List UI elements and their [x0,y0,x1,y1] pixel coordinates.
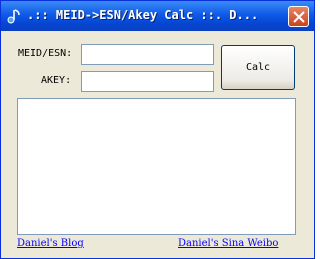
weibo-link[interactable]: Daniel's Sina Weibo [178,238,278,249]
output-textarea[interactable] [17,98,296,235]
meid-input[interactable] [81,44,214,65]
close-button[interactable] [288,6,309,27]
close-icon [293,11,305,23]
calc-button[interactable]: Calc [221,45,295,90]
app-music-note-icon[interactable] [6,8,22,24]
akey-input[interactable] [81,71,214,92]
meid-label: MEID/ESN: [18,48,73,59]
blog-link[interactable]: Daniel's Blog [17,238,84,249]
title-bar[interactable]: .:: MEID->ESN/Akey Calc ::. D... [1,1,314,31]
akey-label: AKEY: [41,75,72,86]
window-title: .:: MEID->ESN/Akey Calc ::. D... [27,8,259,22]
app-window: .:: MEID->ESN/Akey Calc ::. D... MEID/ES… [0,0,315,259]
